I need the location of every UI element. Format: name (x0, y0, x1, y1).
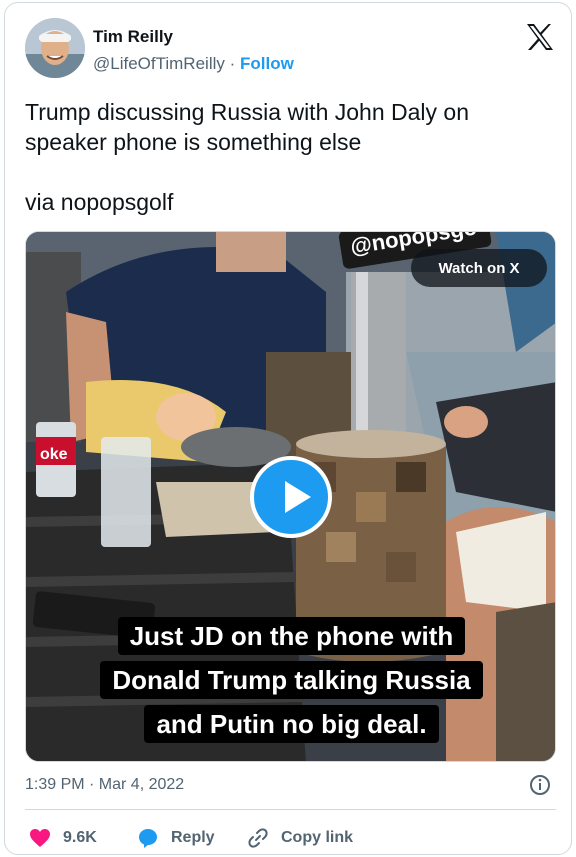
play-icon[interactable] (250, 456, 332, 538)
divider (25, 809, 556, 810)
follow-button[interactable]: Follow (240, 54, 294, 73)
reply-label: Reply (171, 829, 215, 846)
heart-icon (30, 829, 50, 847)
caption-line: Just JD on the phone with (117, 617, 466, 655)
link-icon (248, 828, 268, 848)
copy-link-label: Copy link (281, 829, 354, 846)
like-count: 9.6K (63, 829, 97, 846)
copy-link-button[interactable]: Copy link (247, 823, 353, 853)
handle-separator: · (229, 54, 236, 73)
avatar-image (25, 18, 85, 78)
author-handle-row: @LifeOfTimReilly · Follow (93, 54, 294, 74)
author-name[interactable]: Tim Reilly (93, 27, 173, 47)
video-caption: Just JD on the phone with Donald Trump t… (26, 614, 555, 746)
info-icon[interactable] (529, 774, 551, 796)
action-bar: 9.6K Reply Copy link (25, 823, 556, 853)
video-player[interactable]: oke @nopopsgo Watch on X Just JD on the … (25, 231, 556, 762)
author-handle[interactable]: @LifeOfTimReilly (93, 54, 225, 73)
tweet-timestamp[interactable]: 1:39 PM · Mar 4, 2022 (25, 776, 184, 794)
caption-line: and Putin no big deal. (144, 705, 439, 743)
like-button[interactable]: 9.6K (29, 823, 97, 853)
tweet-card: Tim Reilly @LifeOfTimReilly · Follow Tru… (4, 2, 572, 855)
avatar[interactable] (25, 18, 85, 78)
caption-line: Donald Trump talking Russia (100, 661, 483, 699)
reply-button[interactable]: Reply (137, 823, 215, 853)
tweet-text: Trump discussing Russia with John Daly o… (25, 99, 469, 215)
x-logo-icon[interactable] (525, 23, 555, 51)
watch-on-x-button[interactable]: Watch on X (411, 249, 547, 287)
reply-bubble-icon (139, 829, 157, 848)
can-label: oke (40, 446, 68, 463)
